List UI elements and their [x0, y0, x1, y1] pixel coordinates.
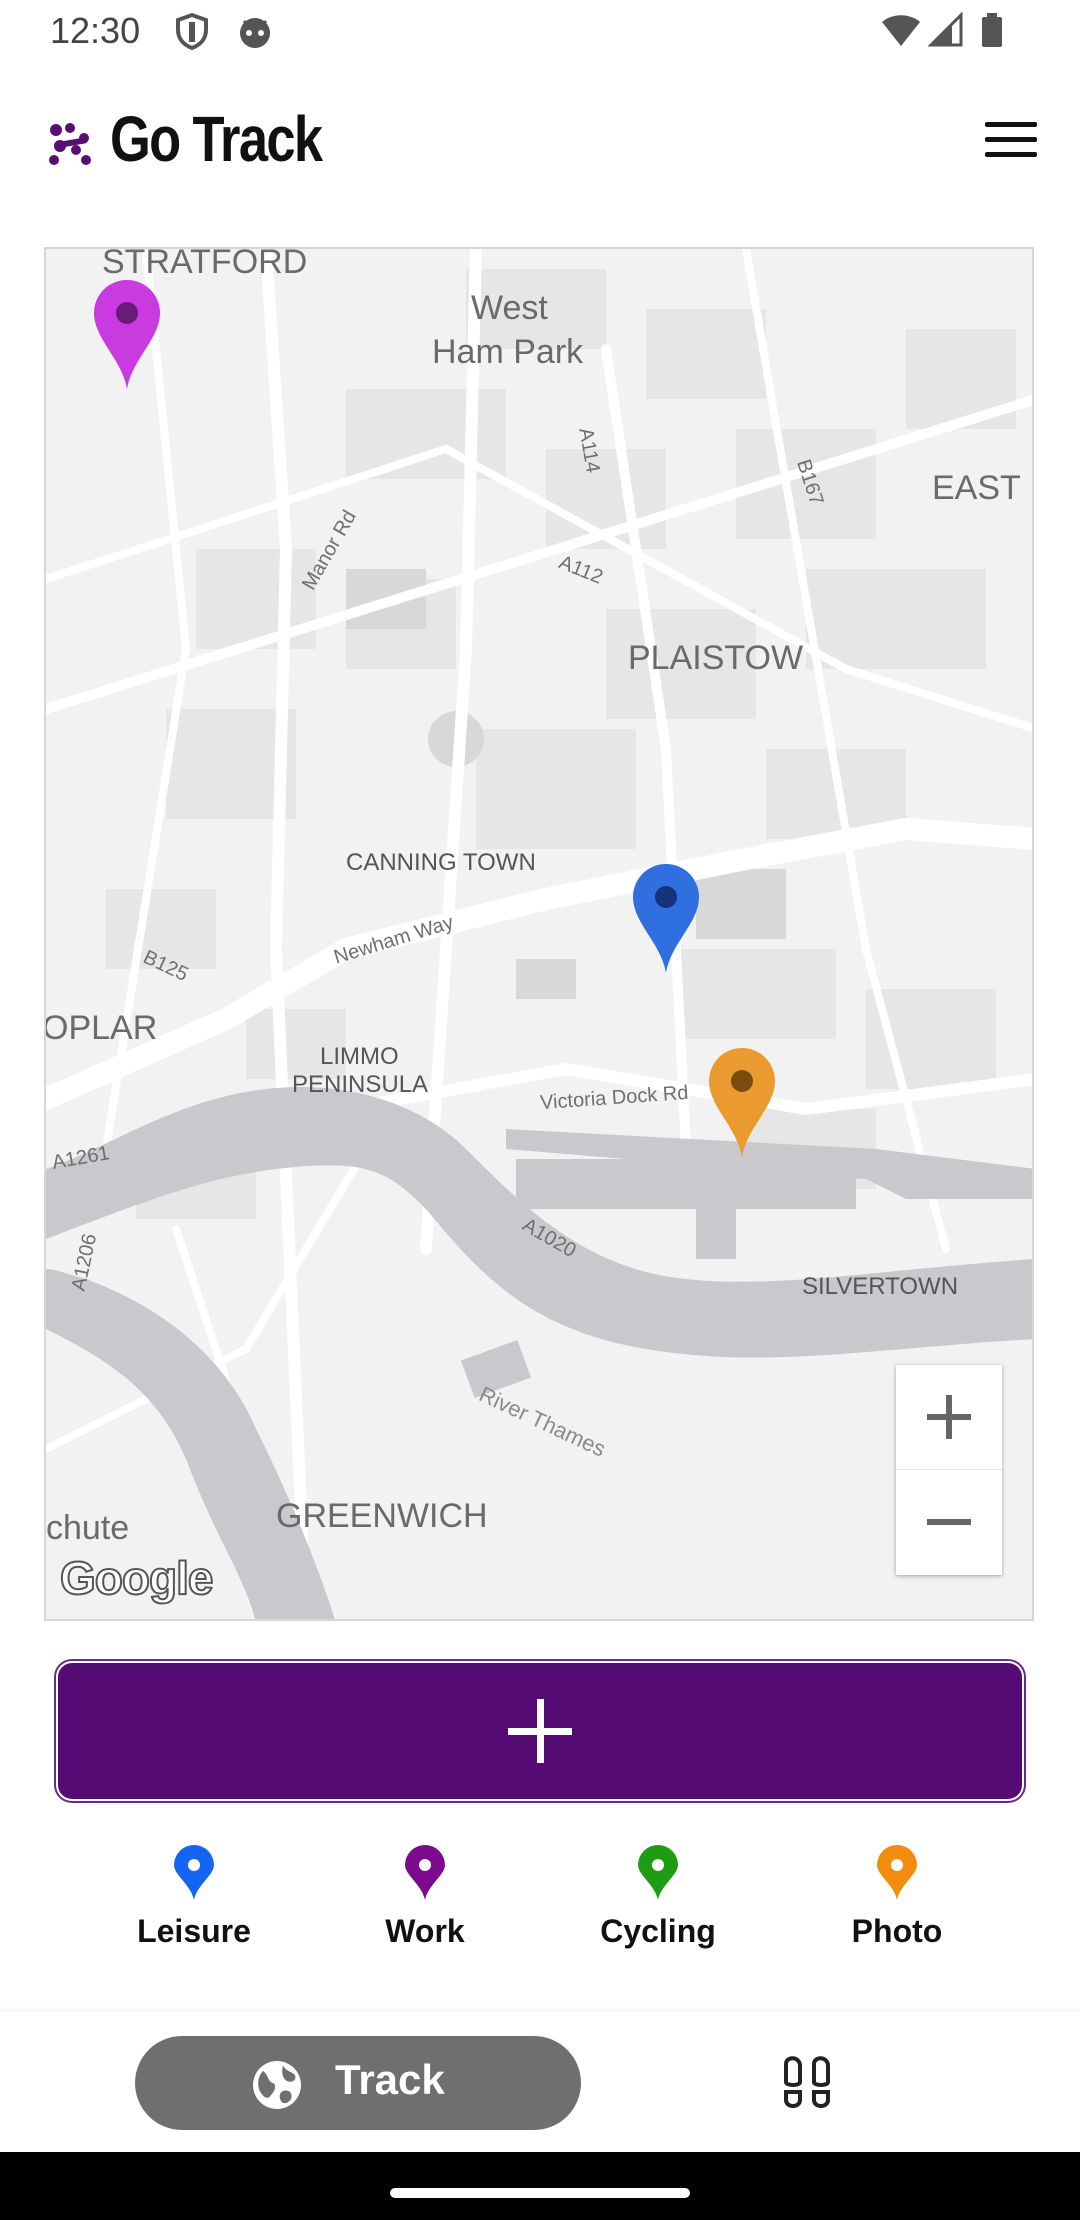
legend-label: Cycling — [600, 1913, 716, 1949]
map-pin-icon — [174, 1845, 214, 1900]
globe-icon — [253, 2061, 301, 2109]
system-nav-bar — [0, 2152, 1080, 2220]
google-logo[interactable]: Google — [59, 1551, 214, 1605]
legend-item-leisure: Leisure — [94, 1845, 294, 1950]
map-view[interactable]: STRATFORD West Ham Park A114 B167 EAST M… — [44, 247, 1034, 1621]
wifi-icon — [882, 15, 920, 46]
map-label-east: EAST — [932, 469, 1021, 507]
minus-icon — [927, 1519, 971, 1525]
legend-label: Work — [385, 1913, 465, 1949]
legend-label: Leisure — [137, 1913, 251, 1949]
tab-track[interactable]: Track — [135, 2036, 581, 2130]
map-label-greenwich: GREENWICH — [276, 1497, 488, 1535]
legend-label: Photo — [851, 1913, 943, 1949]
tab-track-label: Track — [335, 2056, 445, 2103]
footprints-icon[interactable] — [780, 2054, 840, 2114]
map-label-limmo-2: PENINSULA — [292, 1071, 429, 1098]
map-marker-leisure[interactable] — [631, 863, 701, 975]
map-pin-icon — [638, 1845, 678, 1900]
shield-icon — [176, 12, 208, 50]
map-label-west-ham-2: Ham Park — [432, 333, 584, 371]
hamburger-icon — [985, 122, 1037, 127]
battery-icon — [982, 13, 1002, 47]
map-pin-icon — [877, 1845, 917, 1900]
map-marker-photo[interactable] — [707, 1047, 777, 1159]
app-header: Go Track — [0, 66, 1080, 226]
map-label-west-ham-1: West — [471, 289, 548, 327]
map-pin-icon — [405, 1845, 445, 1900]
status-bar: 12:30 — [0, 0, 1080, 66]
legend-item-cycling: Cycling — [558, 1845, 758, 1950]
map-label-canning-town: CANNING TOWN — [346, 849, 536, 876]
map-label-silvertown: SILVERTOWN — [802, 1273, 959, 1300]
home-gesture-bar[interactable] — [390, 2188, 690, 2198]
add-track-button[interactable] — [58, 1663, 1022, 1799]
map-label-stratford: STRATFORD — [102, 247, 308, 281]
app-logo-icon — [49, 123, 91, 165]
app-title: Go Track — [110, 103, 323, 175]
menu-button[interactable] — [985, 122, 1037, 162]
map-label-poplar: OPLAR — [44, 1009, 158, 1047]
zoom-out-button[interactable] — [896, 1470, 1002, 1574]
zoom-controls — [896, 1365, 1002, 1575]
map-label-plaistow: PLAISTOW — [628, 639, 804, 677]
legend-item-photo: Photo — [797, 1845, 997, 1950]
status-time: 12:30 — [50, 10, 141, 51]
android-face-icon — [240, 18, 270, 48]
map-marker-work[interactable] — [92, 279, 162, 391]
map-label-limmo-1: LIMMO — [320, 1043, 399, 1070]
bottom-navigation: Track — [0, 2012, 1080, 2152]
zoom-in-button[interactable] — [896, 1365, 1002, 1470]
signal-icon — [928, 12, 963, 47]
map-label-chute: chute — [46, 1509, 130, 1547]
legend-item-work: Work — [325, 1845, 525, 1950]
